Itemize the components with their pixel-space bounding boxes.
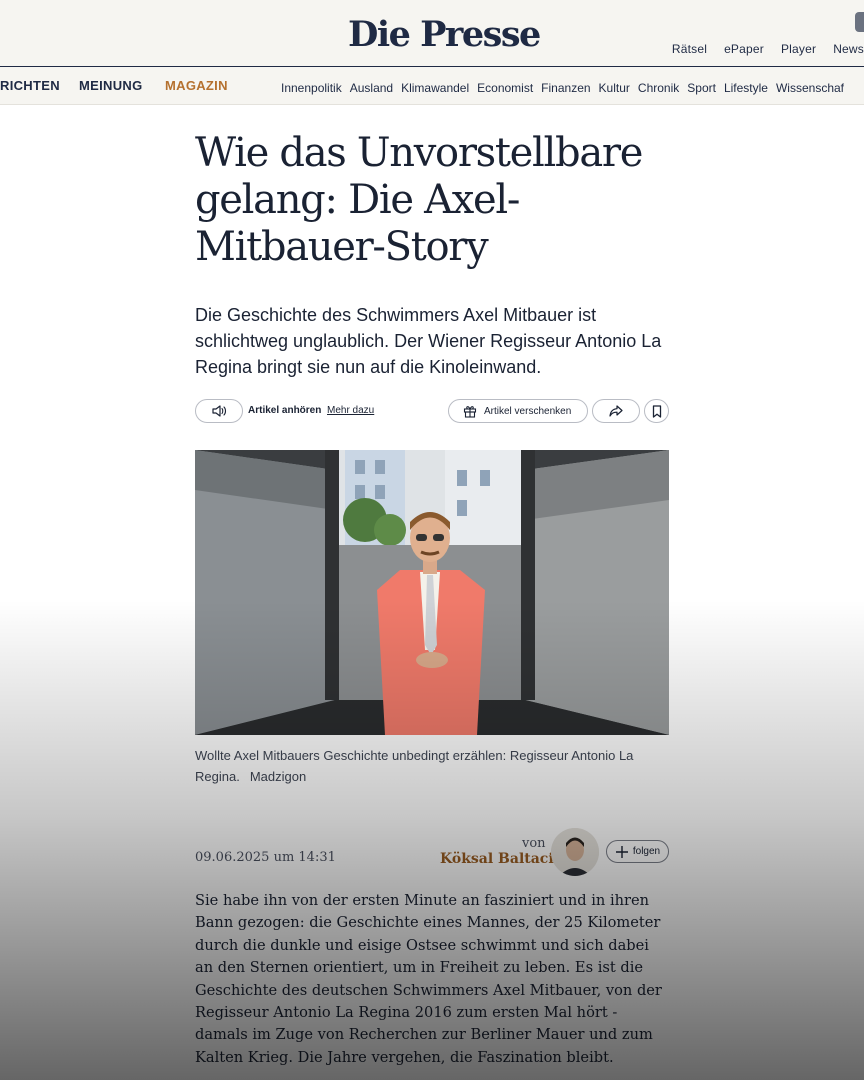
more-info-link[interactable]: Mehr dazu (327, 405, 374, 416)
link-news[interactable]: News (833, 42, 864, 56)
article-headline: Wie das Unvorstellbare gelang: Die Axel-… (195, 130, 643, 270)
nav-subsections: Innenpolitik Ausland Klimawandel Economist F… (281, 79, 852, 97)
nav-klimawandel[interactable]: Klimawandel (401, 81, 469, 95)
section-nav: RICHTEN MEINUNG MAGAZIN Innenpolitik Ausl… (0, 67, 864, 105)
speaker-icon (212, 405, 227, 417)
nav-finanzen[interactable]: Finanzen (541, 81, 590, 95)
avatar-illustration (551, 828, 599, 876)
top-links: Rätsel ePaper Player News (655, 40, 864, 58)
link-epaper[interactable]: ePaper (724, 42, 764, 56)
author-name[interactable]: Köksal Baltaci (440, 851, 554, 867)
follow-author-button[interactable]: folgen (606, 840, 669, 863)
article-photo (195, 450, 669, 735)
nav-kultur[interactable]: Kultur (599, 81, 630, 95)
listen-label[interactable]: Artikel anhören (248, 405, 321, 416)
top-header: Die Presse Rätsel ePaper Player News (0, 0, 864, 67)
bookmark-icon (652, 404, 661, 418)
nav-meinung[interactable]: MEINUNG (79, 78, 143, 93)
nav-wissenschaft[interactable]: Wissenschaf (776, 81, 844, 95)
share-icon (609, 405, 623, 417)
plus-icon (615, 845, 628, 858)
follow-label: folgen (632, 846, 661, 857)
share-button[interactable] (592, 399, 640, 423)
nav-economist[interactable]: Economist (477, 81, 533, 95)
author-avatar[interactable] (551, 828, 599, 876)
nav-sport[interactable]: Sport (687, 81, 716, 95)
photo-credit: Madzigon (249, 769, 307, 784)
nav-ausland[interactable]: Ausland (350, 81, 393, 95)
link-raetsel[interactable]: Rätsel (672, 42, 707, 56)
nav-chronik[interactable]: Chronik (638, 81, 679, 95)
nav-magazin[interactable]: MAGAZIN (165, 78, 228, 93)
photo-portrait-illustration (195, 450, 669, 735)
nav-innenpolitik[interactable]: Innenpolitik (281, 81, 342, 95)
nav-nachrichten[interactable]: RICHTEN (0, 78, 60, 93)
publish-date: 09.06.2025 um 14:31 (195, 850, 336, 865)
gift-icon (463, 406, 477, 418)
photo-caption: Wollte Axel Mitbauers Geschichte unbedin… (195, 745, 675, 787)
bookmark-button[interactable] (644, 399, 669, 423)
account-button[interactable] (855, 12, 864, 32)
nav-lifestyle[interactable]: Lifestyle (724, 81, 768, 95)
link-player[interactable]: Player (781, 42, 816, 56)
listen-button[interactable] (195, 399, 243, 423)
byline-prefix: von (522, 836, 546, 851)
gift-label: Artikel verschenken (484, 405, 572, 417)
article-body-paragraph: Sie habe ihn von der ersten Minute an fa… (195, 892, 662, 1066)
article-lead: Die Geschichte des Schwimmers Axel Mitba… (195, 305, 662, 377)
gift-article-button[interactable]: Artikel verschenken (448, 399, 588, 423)
site-logo[interactable]: Die Presse (348, 14, 541, 55)
